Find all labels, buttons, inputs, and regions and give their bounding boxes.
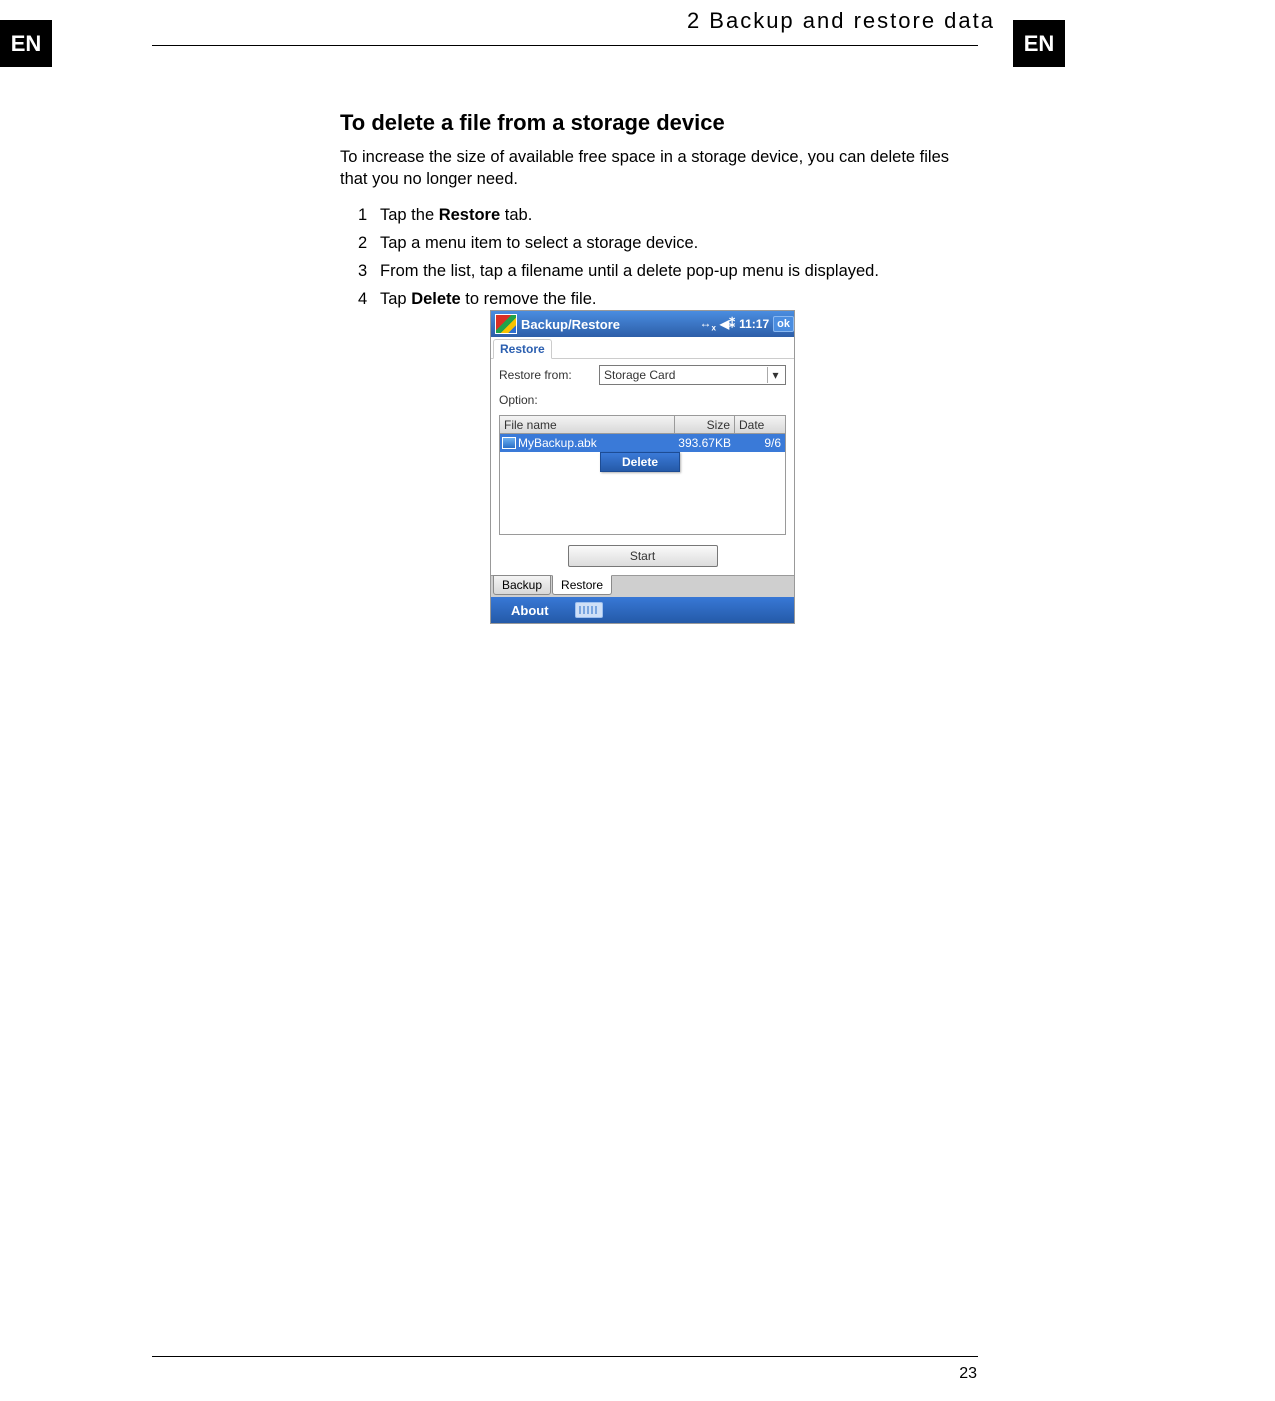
file-icon (502, 437, 516, 449)
page-number: 23 (959, 1365, 977, 1383)
step-text-post: to remove the file. (461, 290, 597, 308)
step-text-pre: Tap the (380, 206, 439, 224)
restore-from-value: Storage Card (604, 368, 675, 382)
content-block: To delete a file from a storage device T… (340, 110, 980, 313)
subtab-restore[interactable]: Restore (493, 339, 552, 359)
device-menubar: About (491, 597, 794, 623)
tab-restore[interactable]: Restore (552, 575, 612, 595)
table-header: File name Size Date (500, 416, 785, 434)
step-num: 4 (358, 285, 367, 313)
col-date[interactable]: Date (735, 416, 785, 433)
cell-date: 9/6 (735, 436, 785, 450)
device-screenshot: Backup/Restore ↔x ◀⁑ 11:17 ok Restore Re… (490, 310, 795, 624)
start-flag-icon[interactable] (495, 314, 517, 334)
volume-icon[interactable]: ◀⁑ (720, 317, 735, 331)
restore-from-label: Restore from: (499, 368, 599, 382)
step-text-bold: Restore (439, 206, 500, 224)
step-text-pre: Tap a menu item to select a storage devi… (380, 234, 698, 252)
section-intro: To increase the size of available free s… (340, 146, 980, 191)
app-title: Backup/Restore (521, 317, 620, 332)
step-text-bold: Delete (411, 290, 461, 308)
step-text-post: tab. (500, 206, 532, 224)
chevron-down-icon[interactable]: ▾ (767, 367, 783, 383)
lang-badge-left: EN (0, 20, 52, 67)
status-icons: ↔x ◀⁑ 11:17 ok (699, 316, 794, 332)
option-label: Option: (499, 393, 599, 407)
col-size[interactable]: Size (675, 416, 735, 433)
step-2: 2 Tap a menu item to select a storage de… (358, 229, 980, 257)
steps-list: 1 Tap the Restore tab. 2 Tap a menu item… (340, 201, 980, 313)
step-num: 2 (358, 229, 367, 257)
sub-tab-row: Restore (491, 337, 794, 359)
cell-file-name: MyBackup.abk (500, 436, 675, 450)
step-1: 1 Tap the Restore tab. (358, 201, 980, 229)
table-row[interactable]: MyBackup.abk 393.67KB 9/6 (500, 434, 785, 452)
step-text-pre: Tap (380, 290, 411, 308)
clock-time: 11:17 (739, 317, 769, 331)
restore-from-select[interactable]: Storage Card ▾ (599, 365, 786, 385)
bottom-rule (152, 1356, 978, 1357)
menu-about[interactable]: About (511, 603, 549, 618)
step-num: 3 (358, 257, 367, 285)
keyboard-icon[interactable] (575, 602, 603, 618)
col-file-name[interactable]: File name (500, 416, 675, 433)
lang-badge-right: EN (1013, 20, 1065, 67)
step-num: 1 (358, 201, 367, 229)
start-button[interactable]: Start (568, 545, 718, 567)
start-row: Start (499, 535, 786, 573)
step-3: 3 From the list, tap a filename until a … (358, 257, 980, 285)
section-title: To delete a file from a storage device (340, 110, 980, 136)
file-name-text: MyBackup.abk (518, 436, 597, 450)
device-titlebar: Backup/Restore ↔x ◀⁑ 11:17 ok (491, 311, 794, 337)
file-table: File name Size Date MyBackup.abk 393.67K… (499, 415, 786, 535)
step-text-pre: From the list, tap a filename until a de… (380, 262, 879, 280)
delete-popup[interactable]: Delete (600, 452, 680, 472)
chapter-header: 2 Backup and restore data (687, 8, 995, 34)
bottom-tab-row: Backup Restore (491, 575, 794, 597)
top-rule (152, 45, 978, 46)
step-4: 4 Tap Delete to remove the file. (358, 285, 980, 313)
connectivity-icon[interactable]: ↔x (699, 316, 715, 332)
cell-size: 393.67KB (675, 436, 735, 450)
ok-button[interactable]: ok (773, 316, 794, 332)
restore-from-row: Restore from: Storage Card ▾ (499, 365, 786, 385)
tab-backup[interactable]: Backup (493, 575, 551, 595)
option-row: Option: (499, 393, 786, 407)
device-body: Restore from: Storage Card ▾ Option: Fil… (491, 359, 794, 575)
